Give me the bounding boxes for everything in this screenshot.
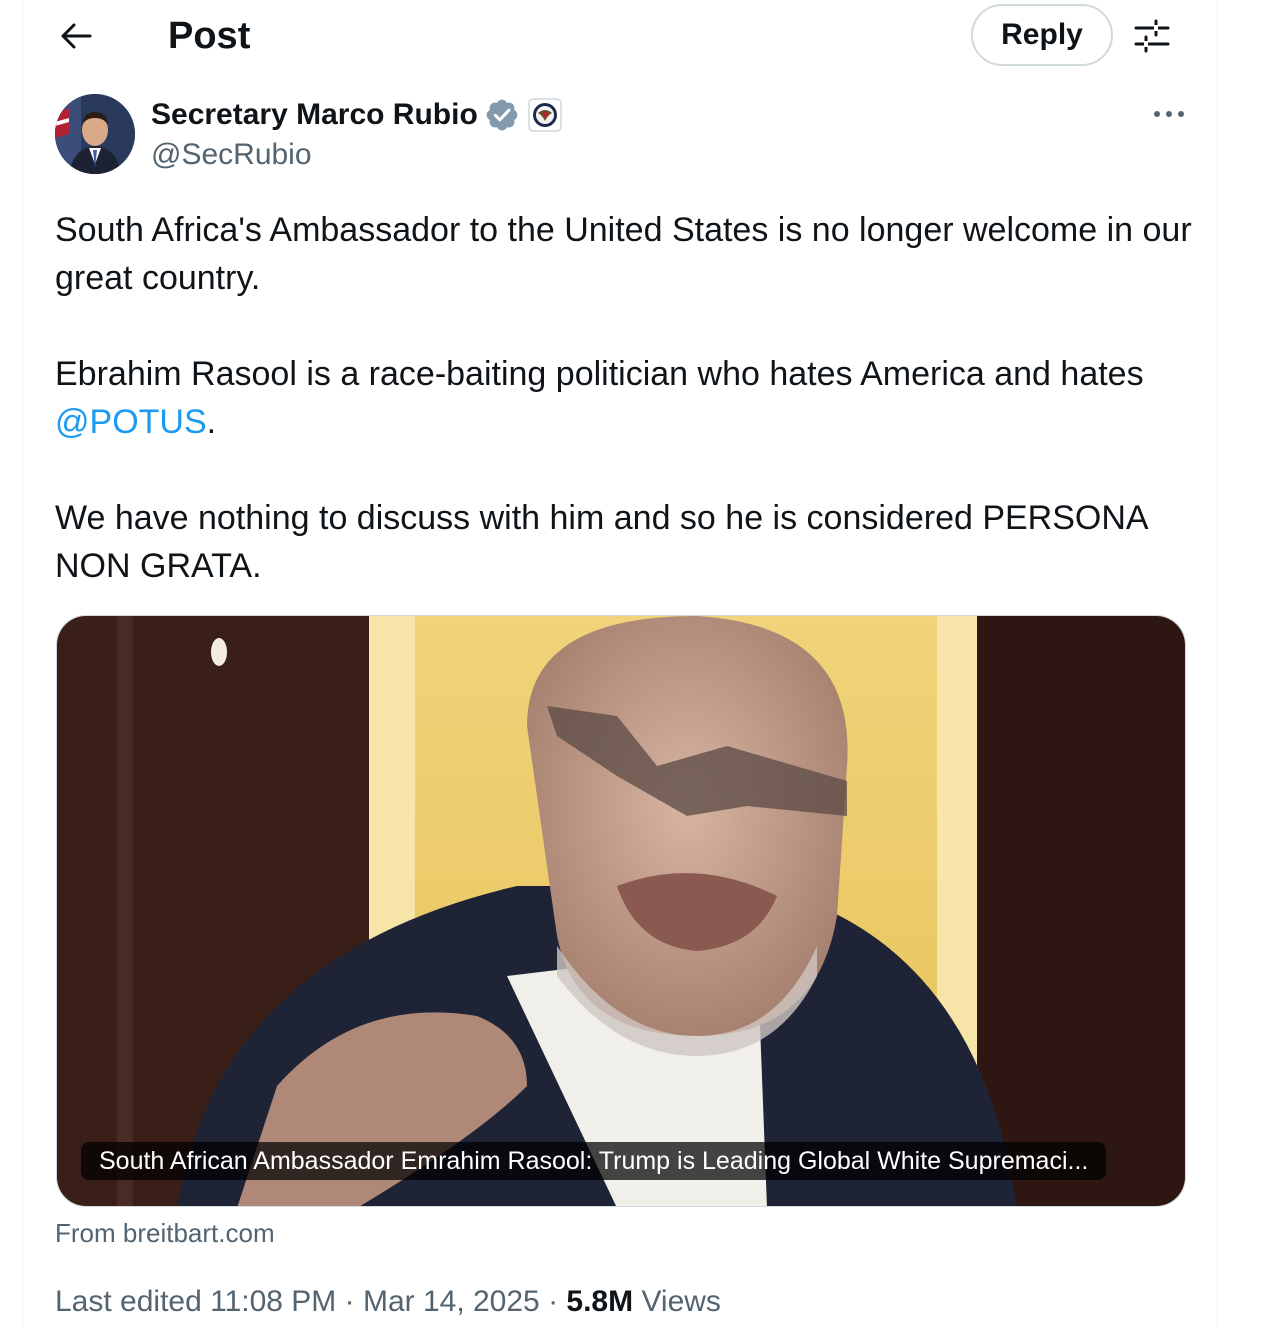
mention-link[interactable]: @POTUS (55, 403, 207, 441)
link-card-media[interactable]: South African Ambassador Emrahim Rasool:… (56, 615, 1186, 1207)
tweet-paragraph: South Africa's Ambassador to the United … (55, 211, 1192, 297)
tweet-paragraph: We have nothing to discuss with him and … (55, 499, 1147, 585)
tweet-text-segment: . (206, 403, 217, 441)
page-title: Post (168, 15, 251, 57)
reply-button[interactable]: Reply (971, 4, 1113, 66)
views-label: Views (633, 1285, 721, 1318)
back-arrow-icon[interactable] (56, 16, 96, 56)
author-name[interactable]: Secretary Marco Rubio (151, 96, 478, 134)
verified-badge-icon[interactable] (484, 97, 520, 133)
views-count: 5.8M (566, 1285, 634, 1318)
more-options-icon[interactable] (1148, 98, 1190, 130)
post-meta: Last edited 11:08 PM · Mar 14, 2025 · 5.… (55, 1282, 721, 1322)
author-handle[interactable]: @SecRubio (151, 136, 312, 174)
tweet-paragraph: Ebrahim Rasool is a race-baiting politic… (55, 350, 1195, 446)
edited-timestamp[interactable]: Last edited 11:08 PM · Mar 14, 2025 · (55, 1285, 566, 1318)
tweet-text: South Africa's Ambassador to the United … (55, 206, 1195, 638)
media-caption: South African Ambassador Emrahim Rasool:… (81, 1142, 1107, 1180)
state-department-seal-icon[interactable] (528, 98, 562, 132)
video-thumbnail (57, 616, 1185, 1206)
tweet-text-segment: Ebrahim Rasool is a race-baiting politic… (55, 355, 1144, 393)
sliders-icon[interactable] (1132, 18, 1172, 54)
avatar[interactable] (55, 94, 135, 174)
link-source[interactable]: From breitbart.com (55, 1216, 275, 1250)
